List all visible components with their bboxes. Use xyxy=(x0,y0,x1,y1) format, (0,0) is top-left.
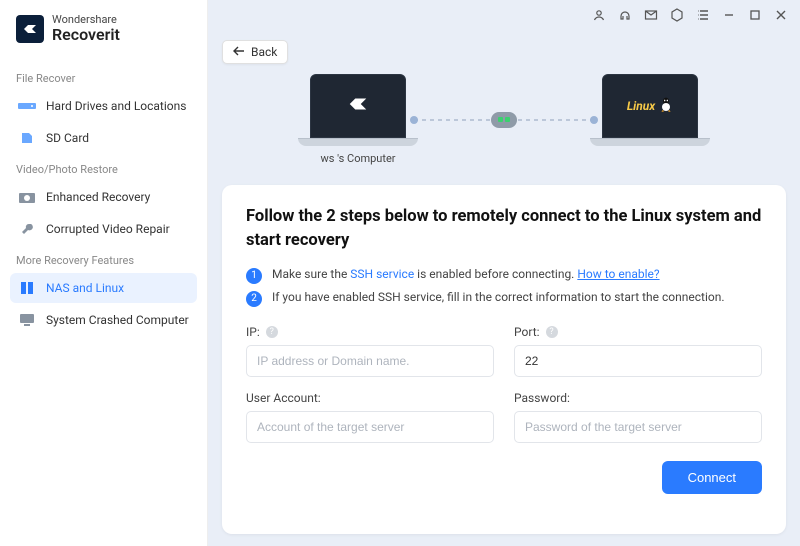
port-label: Port: ? xyxy=(514,325,762,339)
linux-computer: Linux . xyxy=(590,74,710,165)
minimize-icon[interactable] xyxy=(722,8,736,22)
sidebar-section-file-recover: File Recover xyxy=(10,64,197,89)
app-logo: Wondershare Recoverit xyxy=(10,14,197,44)
instruction-panel: Follow the 2 steps below to remotely con… xyxy=(222,185,786,534)
user-label: User Account: xyxy=(246,391,494,405)
sidebar-item-label: Corrupted Video Repair xyxy=(46,222,170,236)
port-input[interactable] xyxy=(514,345,762,377)
user-input[interactable] xyxy=(246,411,494,443)
sidebar-item-corrupted-video[interactable]: Corrupted Video Repair xyxy=(10,214,197,244)
titlebar xyxy=(592,8,788,22)
sidebar-item-enhanced-recovery[interactable]: Enhanced Recovery xyxy=(10,182,197,212)
help-icon[interactable]: ? xyxy=(266,326,278,338)
connection-form: IP: ? Port: ? User Account: Password: xyxy=(246,325,762,443)
step1-text-pre: Make sure the xyxy=(272,267,350,281)
list-icon[interactable] xyxy=(696,8,710,22)
logo-mark-icon xyxy=(16,15,44,43)
cube-icon[interactable] xyxy=(670,8,684,22)
brand-line2: Recoverit xyxy=(52,26,120,44)
mail-icon[interactable] xyxy=(644,8,658,22)
monitor-icon xyxy=(18,313,36,327)
step-number-icon: 1 xyxy=(246,268,262,284)
server-icon xyxy=(18,281,36,295)
connection-status-icon xyxy=(491,112,517,128)
back-button[interactable]: Back xyxy=(222,40,288,64)
camera-icon xyxy=(18,190,36,204)
arrow-left-icon xyxy=(233,45,245,59)
sidebar-item-sd-card[interactable]: SD Card xyxy=(10,123,197,153)
step-2: 2 If you have enabled SSH service, fill … xyxy=(246,290,762,307)
connection-diagram: ws 's Computer Linux . xyxy=(208,74,800,165)
back-label: Back xyxy=(251,45,277,59)
user-field: User Account: xyxy=(246,391,494,443)
step-1: 1 Make sure the SSH service is enabled b… xyxy=(246,267,762,284)
sidebar-section-more: More Recovery Features xyxy=(10,246,197,271)
sidebar-item-hard-drives[interactable]: Hard Drives and Locations xyxy=(10,91,197,121)
help-icon[interactable]: ? xyxy=(546,326,558,338)
connect-button[interactable]: Connect xyxy=(662,461,762,494)
password-input[interactable] xyxy=(514,411,762,443)
maximize-icon[interactable] xyxy=(748,8,762,22)
tux-icon xyxy=(659,96,673,116)
sd-card-icon xyxy=(18,131,36,145)
account-icon[interactable] xyxy=(592,8,606,22)
wrench-icon xyxy=(18,222,36,236)
sidebar-item-label: SD Card xyxy=(46,131,89,145)
sidebar-item-label: NAS and Linux xyxy=(46,281,124,295)
password-field: Password: xyxy=(514,391,762,443)
local-computer: ws 's Computer xyxy=(298,74,418,165)
ip-label: IP: ? xyxy=(246,325,494,339)
headset-icon[interactable] xyxy=(618,8,632,22)
local-computer-label: ws 's Computer xyxy=(320,152,395,165)
linux-os-label: Linux xyxy=(627,99,655,113)
sidebar-item-system-crashed[interactable]: System Crashed Computer xyxy=(10,305,197,335)
how-to-enable-link[interactable]: How to enable? xyxy=(577,267,659,281)
main-panel: Back ws 's Computer Linux . xyxy=(208,0,800,546)
hard-drive-icon xyxy=(18,99,36,113)
sidebar-section-video-restore: Video/Photo Restore xyxy=(10,155,197,180)
sidebar-item-label: Enhanced Recovery xyxy=(46,190,150,204)
panel-heading: Follow the 2 steps below to remotely con… xyxy=(246,205,762,253)
port-field: Port: ? xyxy=(514,325,762,377)
ssh-service-link[interactable]: SSH service xyxy=(350,267,414,281)
step2-text: If you have enabled SSH service, fill in… xyxy=(272,290,725,304)
sidebar: Wondershare Recoverit File Recover Hard … xyxy=(0,0,208,546)
sidebar-item-nas-linux[interactable]: NAS and Linux xyxy=(10,273,197,303)
connection-line xyxy=(414,119,594,121)
password-label: Password: xyxy=(514,391,762,405)
step-number-icon: 2 xyxy=(246,291,262,307)
ip-field: IP: ? xyxy=(246,325,494,377)
sidebar-item-label: Hard Drives and Locations xyxy=(46,99,186,113)
recoverit-logo-icon xyxy=(347,93,369,119)
close-icon[interactable] xyxy=(774,8,788,22)
ip-input[interactable] xyxy=(246,345,494,377)
step1-text-mid: is enabled before connecting. xyxy=(414,267,577,281)
sidebar-item-label: System Crashed Computer xyxy=(46,313,189,327)
